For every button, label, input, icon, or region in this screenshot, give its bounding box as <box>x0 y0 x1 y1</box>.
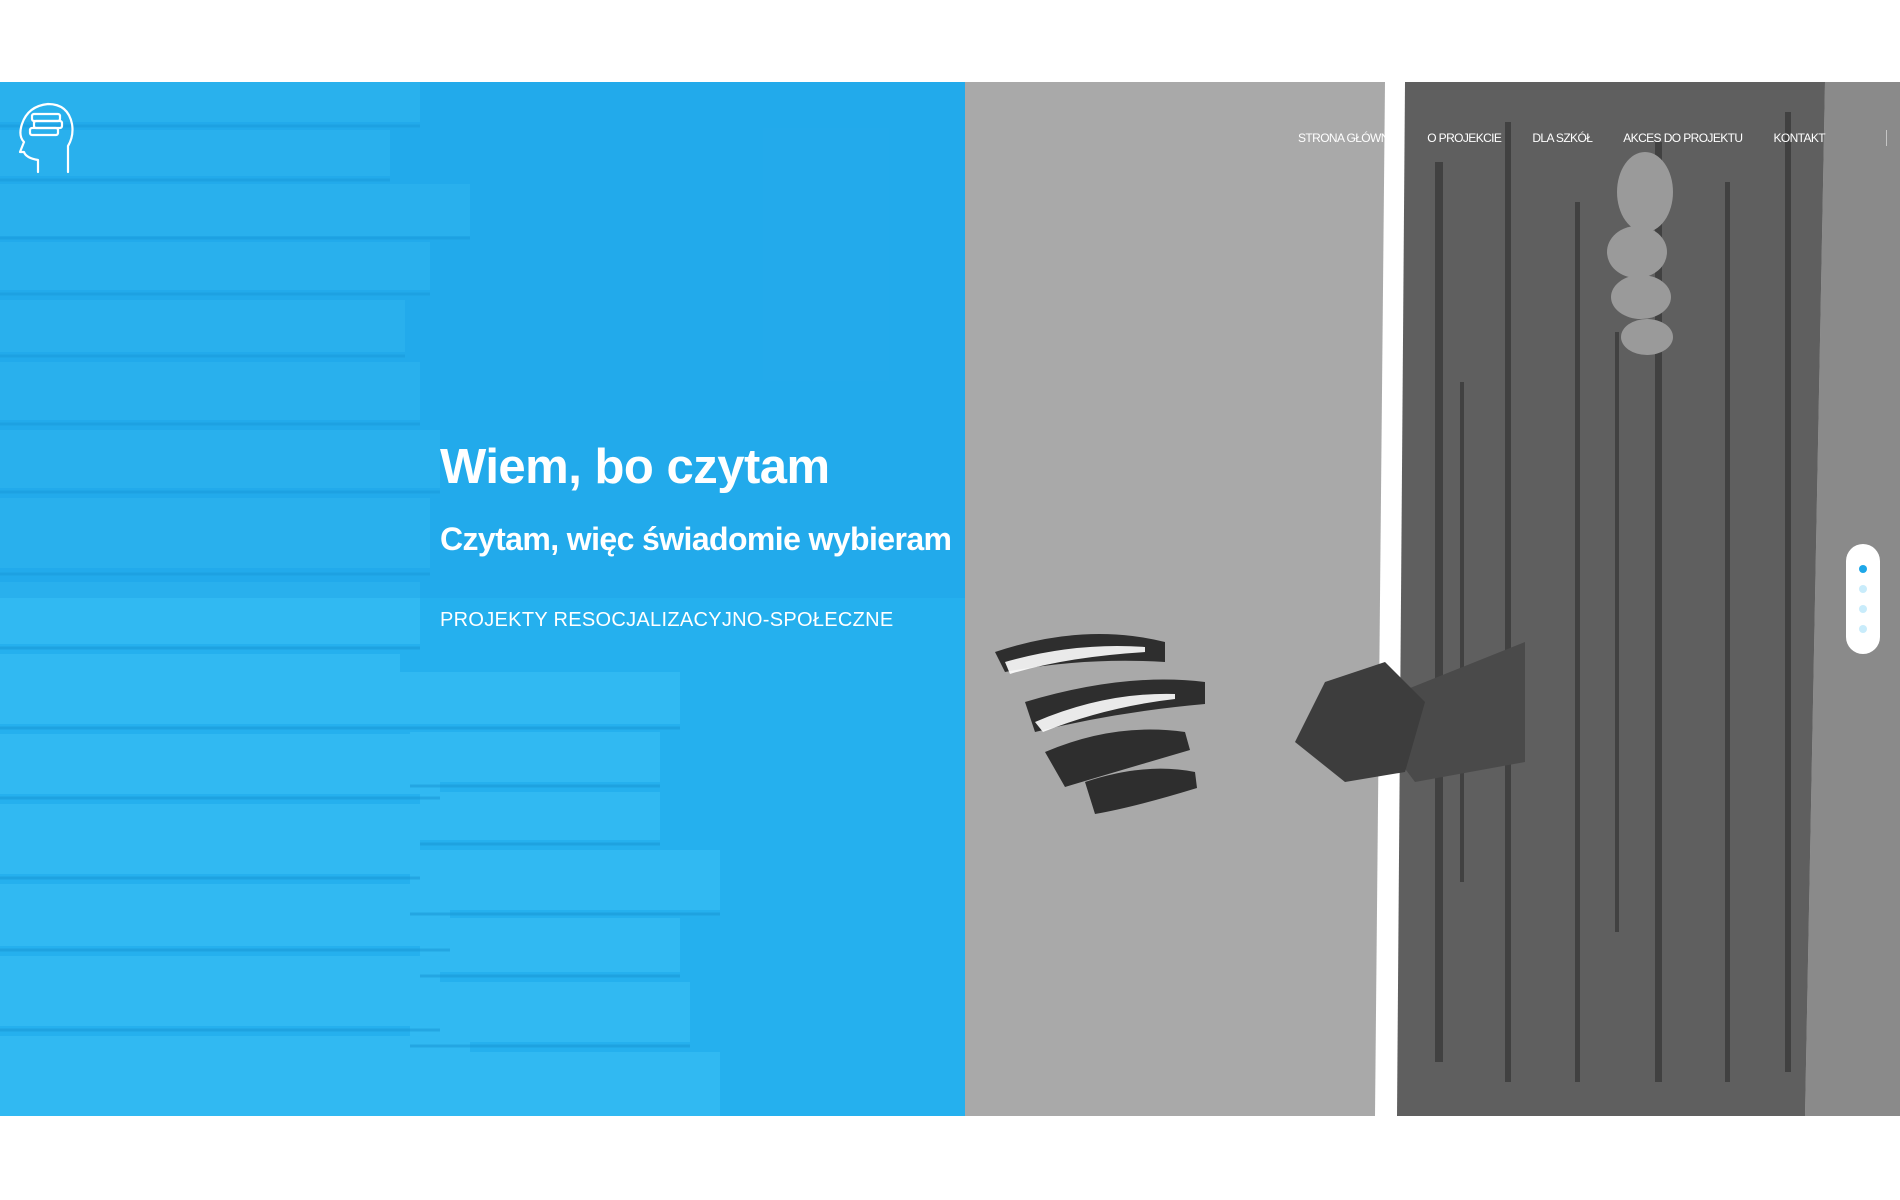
nav-item-about-project[interactable]: O projekcie <box>1427 131 1502 145</box>
hero-slider: Wiem, bo czytam Czytam, więc świadomie w… <box>0 82 1900 1116</box>
hero-tagline[interactable]: PROJEKTY RESOCJALIZACYJNO-SPOŁECZNE <box>440 607 960 633</box>
nav-item-home[interactable]: Strona główna <box>1298 131 1397 145</box>
nav-item-for-schools[interactable]: Dla szkół <box>1532 131 1593 145</box>
hero-text-block: Wiem, bo czytam Czytam, więc świadomie w… <box>440 437 960 633</box>
slider-dot-4[interactable] <box>1859 625 1867 633</box>
main-nav: Strona główna O projekcie Dla szkół Akce… <box>1298 130 1900 146</box>
nav-divider <box>1886 130 1888 146</box>
site-logo[interactable] <box>16 102 74 174</box>
nav-item-join-project[interactable]: Akces do projektu <box>1623 131 1743 145</box>
hero-subtitle: Czytam, więc świadomie wybieram <box>440 521 952 557</box>
hero-title: Wiem, bo czytam <box>440 440 830 494</box>
nav-item-contact[interactable]: Kontakt <box>1773 131 1825 145</box>
slider-dot-1[interactable] <box>1859 565 1867 573</box>
hero-right-panel <box>965 82 1900 1116</box>
page: Wiem, bo czytam Czytam, więc świadomie w… <box>0 0 1900 1200</box>
hand-through-door-image <box>965 82 1900 1116</box>
slider-dot-2[interactable] <box>1859 585 1867 593</box>
slider-dot-3[interactable] <box>1859 605 1867 613</box>
slider-pagination <box>1846 544 1880 654</box>
head-with-books-icon <box>18 102 74 174</box>
